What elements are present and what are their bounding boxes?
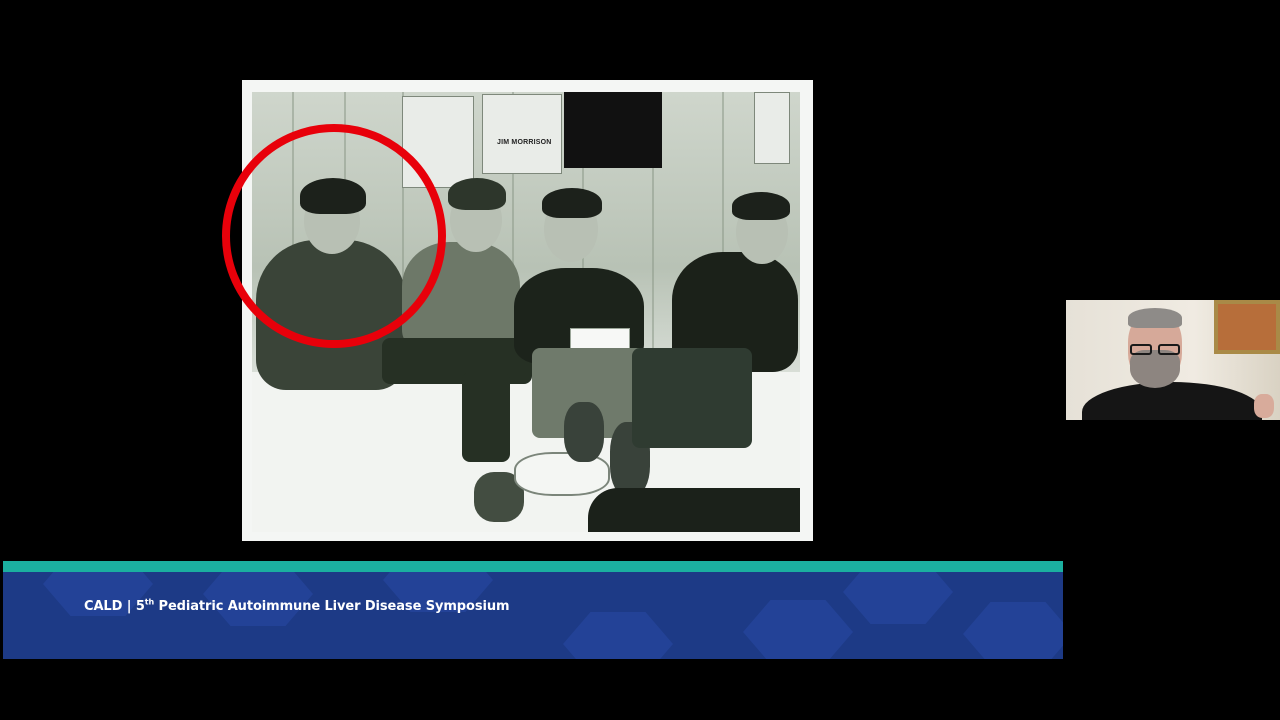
person-2-lower-leg bbox=[462, 372, 510, 462]
banner-separator: | bbox=[126, 599, 132, 614]
video-stage: JIM MORRISON CALD | 5th Pediatric Autoim… bbox=[0, 0, 1280, 720]
speaker-hair bbox=[1128, 308, 1182, 328]
person-3-shoe-left bbox=[564, 402, 604, 462]
person-2-hair bbox=[448, 178, 506, 210]
banner-event-title: Pediatric Autoimmune Liver Disease Sympo… bbox=[158, 599, 510, 614]
banner-edition-number: 5 bbox=[135, 599, 145, 614]
speaker-hand bbox=[1254, 394, 1274, 418]
red-highlight-circle bbox=[222, 124, 446, 348]
wall-painting bbox=[1214, 300, 1280, 354]
lower-third-banner: CALD | 5th Pediatric Autoimmune Liver Di… bbox=[3, 561, 1063, 659]
jacket-on-bed bbox=[588, 488, 800, 532]
banner-title: CALD | 5th Pediatric Autoimmune Liver Di… bbox=[84, 597, 510, 614]
banner-edition-suffix: th bbox=[144, 597, 155, 607]
poster-caption: JIM MORRISON bbox=[497, 139, 552, 146]
person-4-legs bbox=[632, 348, 752, 448]
wall-photos bbox=[754, 92, 790, 164]
person-3-hair bbox=[542, 188, 602, 218]
banner-body: CALD | 5th Pediatric Autoimmune Liver Di… bbox=[3, 572, 1063, 659]
wall-poster-dark bbox=[564, 92, 662, 168]
speaker-glasses bbox=[1128, 344, 1182, 356]
banner-org: CALD bbox=[84, 599, 123, 614]
speaker-video-thumbnail[interactable] bbox=[1066, 300, 1280, 420]
banner-accent-stripe bbox=[3, 561, 1063, 572]
person-4-hair bbox=[732, 192, 790, 220]
speaker-shirt bbox=[1082, 382, 1262, 420]
wall-poster-jim-morrison: JIM MORRISON bbox=[482, 94, 562, 174]
